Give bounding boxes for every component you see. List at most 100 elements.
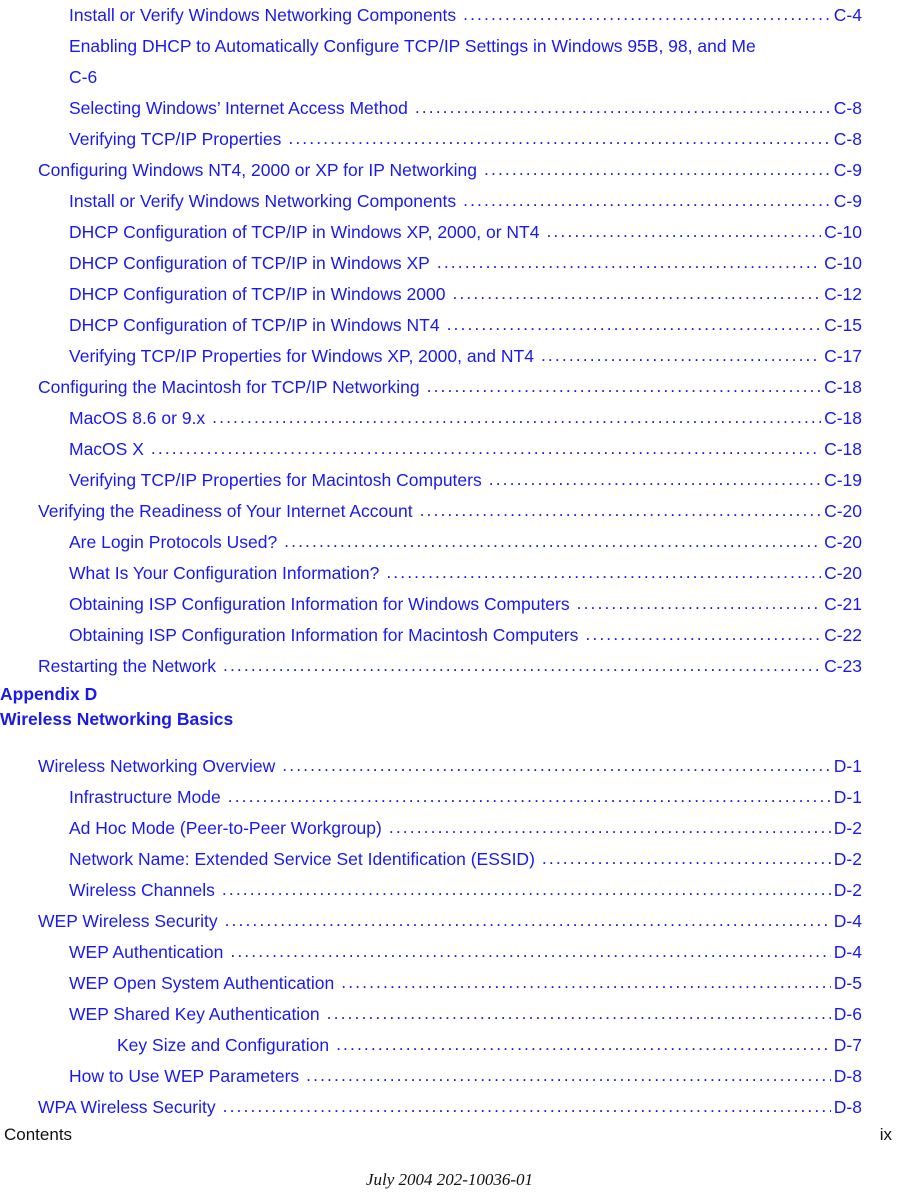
toc-entry[interactable]: WEP Shared Key Authentication...........… <box>0 999 899 1030</box>
toc-entry[interactable]: Infrastructure Mode.....................… <box>0 782 899 813</box>
toc-leader-dots: ........................................… <box>222 1096 831 1116</box>
toc-entry[interactable]: DHCP Configuration of TCP/IP in Windows … <box>0 279 899 310</box>
toc-entry-title: Network Name: Extended Service Set Ident… <box>69 849 535 869</box>
footer-page-number: ix <box>879 1125 892 1144</box>
toc-section-appendix-c: Install or Verify Windows Networking Com… <box>0 0 899 682</box>
toc-entry-title: What Is Your Configuration Information? <box>69 563 380 583</box>
toc-entry[interactable]: Network Name: Extended Service Set Ident… <box>0 844 899 875</box>
toc-leader-dots: ........................................… <box>488 469 821 489</box>
toc-entry[interactable]: What Is Your Configuration Information?.… <box>0 558 899 589</box>
toc-entry-page: C-9 <box>833 191 862 211</box>
toc-entry-page: C-20 <box>824 501 862 521</box>
toc-entry-title: Configuring Windows NT4, 2000 or XP for … <box>38 160 478 180</box>
toc-entry[interactable]: DHCP Configuration of TCP/IP in Windows … <box>0 217 899 248</box>
toc-leader-dots: ........................................… <box>546 221 821 241</box>
toc-entry-title: Verifying TCP/IP Properties <box>69 129 282 149</box>
toc-entry[interactable]: Verifying TCP/IP Properties.............… <box>0 124 899 155</box>
footer-section-label: Contents <box>4 1125 73 1144</box>
toc-entry[interactable]: Enabling DHCP to Automatically Configure… <box>0 31 899 93</box>
toc-entry-page: D-4 <box>833 942 862 962</box>
toc-entry[interactable]: Verifying TCP/IP Properties for Windows … <box>0 341 899 372</box>
toc-entry[interactable]: Ad Hoc Mode (Peer-to-Peer Workgroup)....… <box>0 813 899 844</box>
toc-entry-page: C-18 <box>824 439 862 459</box>
toc-leader-dots: ........................................… <box>150 438 821 458</box>
toc-entry[interactable]: DHCP Configuration of TCP/IP in Windows … <box>0 248 899 279</box>
toc-entry-page: C-12 <box>824 284 862 304</box>
toc-entry-title: WEP Open System Authentication <box>69 973 335 993</box>
toc-entry-title: Verifying the Readiness of Your Internet… <box>38 501 413 521</box>
toc-entry[interactable]: WEP Authentication......................… <box>0 937 899 968</box>
toc-entry-page: D-2 <box>833 880 862 900</box>
toc-leader-dots: ........................................… <box>541 848 831 868</box>
toc-entry[interactable]: Obtaining ISP Configuration Information … <box>0 620 899 651</box>
toc-entry-title: Enabling DHCP to Automatically Configure… <box>69 36 756 56</box>
toc-entry-page: D-8 <box>833 1097 862 1117</box>
toc-entry[interactable]: Verifying TCP/IP Properties for Macintos… <box>0 465 899 496</box>
toc-entry-page: D-2 <box>833 818 862 838</box>
toc-entry-title: Selecting Windows’ Internet Access Metho… <box>69 98 408 118</box>
toc-leader-dots: ........................................… <box>282 755 831 775</box>
toc-entry-page: C-22 <box>824 625 862 645</box>
toc-entry[interactable]: Are Login Protocols Used?...............… <box>0 527 899 558</box>
toc-entry[interactable]: Install or Verify Windows Networking Com… <box>0 0 899 31</box>
toc-entry-title: DHCP Configuration of TCP/IP in Windows … <box>69 284 446 304</box>
toc-leader-dots: ........................................… <box>540 345 821 365</box>
toc-entry-page: C-10 <box>824 253 862 273</box>
toc-entry-title: MacOS X <box>69 439 144 459</box>
toc-entry-title: Verifying TCP/IP Properties for Macintos… <box>69 470 482 490</box>
toc-leader-dots: ........................................… <box>463 190 831 210</box>
toc-entry-page: D-2 <box>833 849 862 869</box>
toc-leader-dots: ........................................… <box>419 500 822 520</box>
toc-entry[interactable]: Configuring the Macintosh for TCP/IP Net… <box>0 372 899 403</box>
toc-entry[interactable]: Restarting the Network..................… <box>0 651 899 682</box>
toc-entry[interactable]: Install or Verify Windows Networking Com… <box>0 186 899 217</box>
toc-entry-page: C-8 <box>833 98 862 118</box>
toc-entry-title: WPA Wireless Security <box>38 1097 216 1117</box>
toc-entry-title: MacOS 8.6 or 9.x <box>69 408 206 428</box>
toc-entry-page: C-17 <box>824 346 862 366</box>
toc-entry-page: D-8 <box>833 1066 862 1086</box>
toc-entry-title: DHCP Configuration of TCP/IP in Windows … <box>69 222 540 242</box>
toc-leader-dots: ........................................… <box>484 159 831 179</box>
appendix-label: Appendix D <box>0 684 98 704</box>
toc-entry[interactable]: MacOS 8.6 or 9.x........................… <box>0 403 899 434</box>
toc-entry[interactable]: Obtaining ISP Configuration Information … <box>0 589 899 620</box>
toc-entry[interactable]: MacOS X.................................… <box>0 434 899 465</box>
toc-entry-title: WEP Shared Key Authentication <box>69 1004 320 1024</box>
toc-entry[interactable]: WEP Wireless Security...................… <box>0 906 899 937</box>
toc-entry[interactable]: Wireless Channels.......................… <box>0 875 899 906</box>
toc-entry-page: C-8 <box>833 129 862 149</box>
toc-entry-title: Install or Verify Windows Networking Com… <box>69 191 457 211</box>
toc-entry[interactable]: Verifying the Readiness of Your Internet… <box>0 496 899 527</box>
toc-entry-title: Key Size and Configuration <box>117 1035 330 1055</box>
toc-entry[interactable]: WPA Wireless Security...................… <box>0 1092 899 1123</box>
toc-entry[interactable]: WEP Open System Authentication..........… <box>0 968 899 999</box>
toc-entry-page: C-18 <box>824 408 862 428</box>
toc-entry-page: D-4 <box>833 911 862 931</box>
toc-entry[interactable]: How to Use WEP Parameters...............… <box>0 1061 899 1092</box>
toc-entry-page: D-1 <box>833 787 862 807</box>
footer-row: Contents ix <box>0 1124 899 1146</box>
toc-leader-dots: ........................................… <box>436 252 821 272</box>
toc-leader-dots: ........................................… <box>288 128 831 148</box>
toc-leader-dots: ........................................… <box>224 910 831 930</box>
toc-entry[interactable]: Configuring Windows NT4, 2000 or XP for … <box>0 155 899 186</box>
toc-entry[interactable]: Selecting Windows’ Internet Access Metho… <box>0 93 899 124</box>
toc-entry-page: D-7 <box>833 1035 862 1055</box>
toc-entry-title: Infrastructure Mode <box>69 787 221 807</box>
toc-entry-title: WEP Wireless Security <box>38 911 218 931</box>
toc-entry[interactable]: Wireless Networking Overview............… <box>0 751 899 782</box>
toc-leader-dots: ........................................… <box>284 531 822 551</box>
toc-entry-page: C-6 <box>69 67 98 87</box>
appendix-title: Wireless Networking Basics <box>0 709 234 729</box>
toc-leader-dots: ........................................… <box>426 376 821 396</box>
toc-entry-title: Configuring the Macintosh for TCP/IP Net… <box>38 377 420 397</box>
toc-leader-dots: ........................................… <box>341 972 831 992</box>
toc-entry-page: D-6 <box>833 1004 862 1024</box>
toc-entry-title: Obtaining ISP Configuration Information … <box>69 625 579 645</box>
table-of-contents: Install or Verify Windows Networking Com… <box>0 0 899 1123</box>
toc-entry-title: WEP Authentication <box>69 942 224 962</box>
toc-entry[interactable]: DHCP Configuration of TCP/IP in Windows … <box>0 310 899 341</box>
toc-entry[interactable]: Key Size and Configuration..............… <box>0 1030 899 1061</box>
toc-leader-dots: ........................................… <box>212 407 821 427</box>
